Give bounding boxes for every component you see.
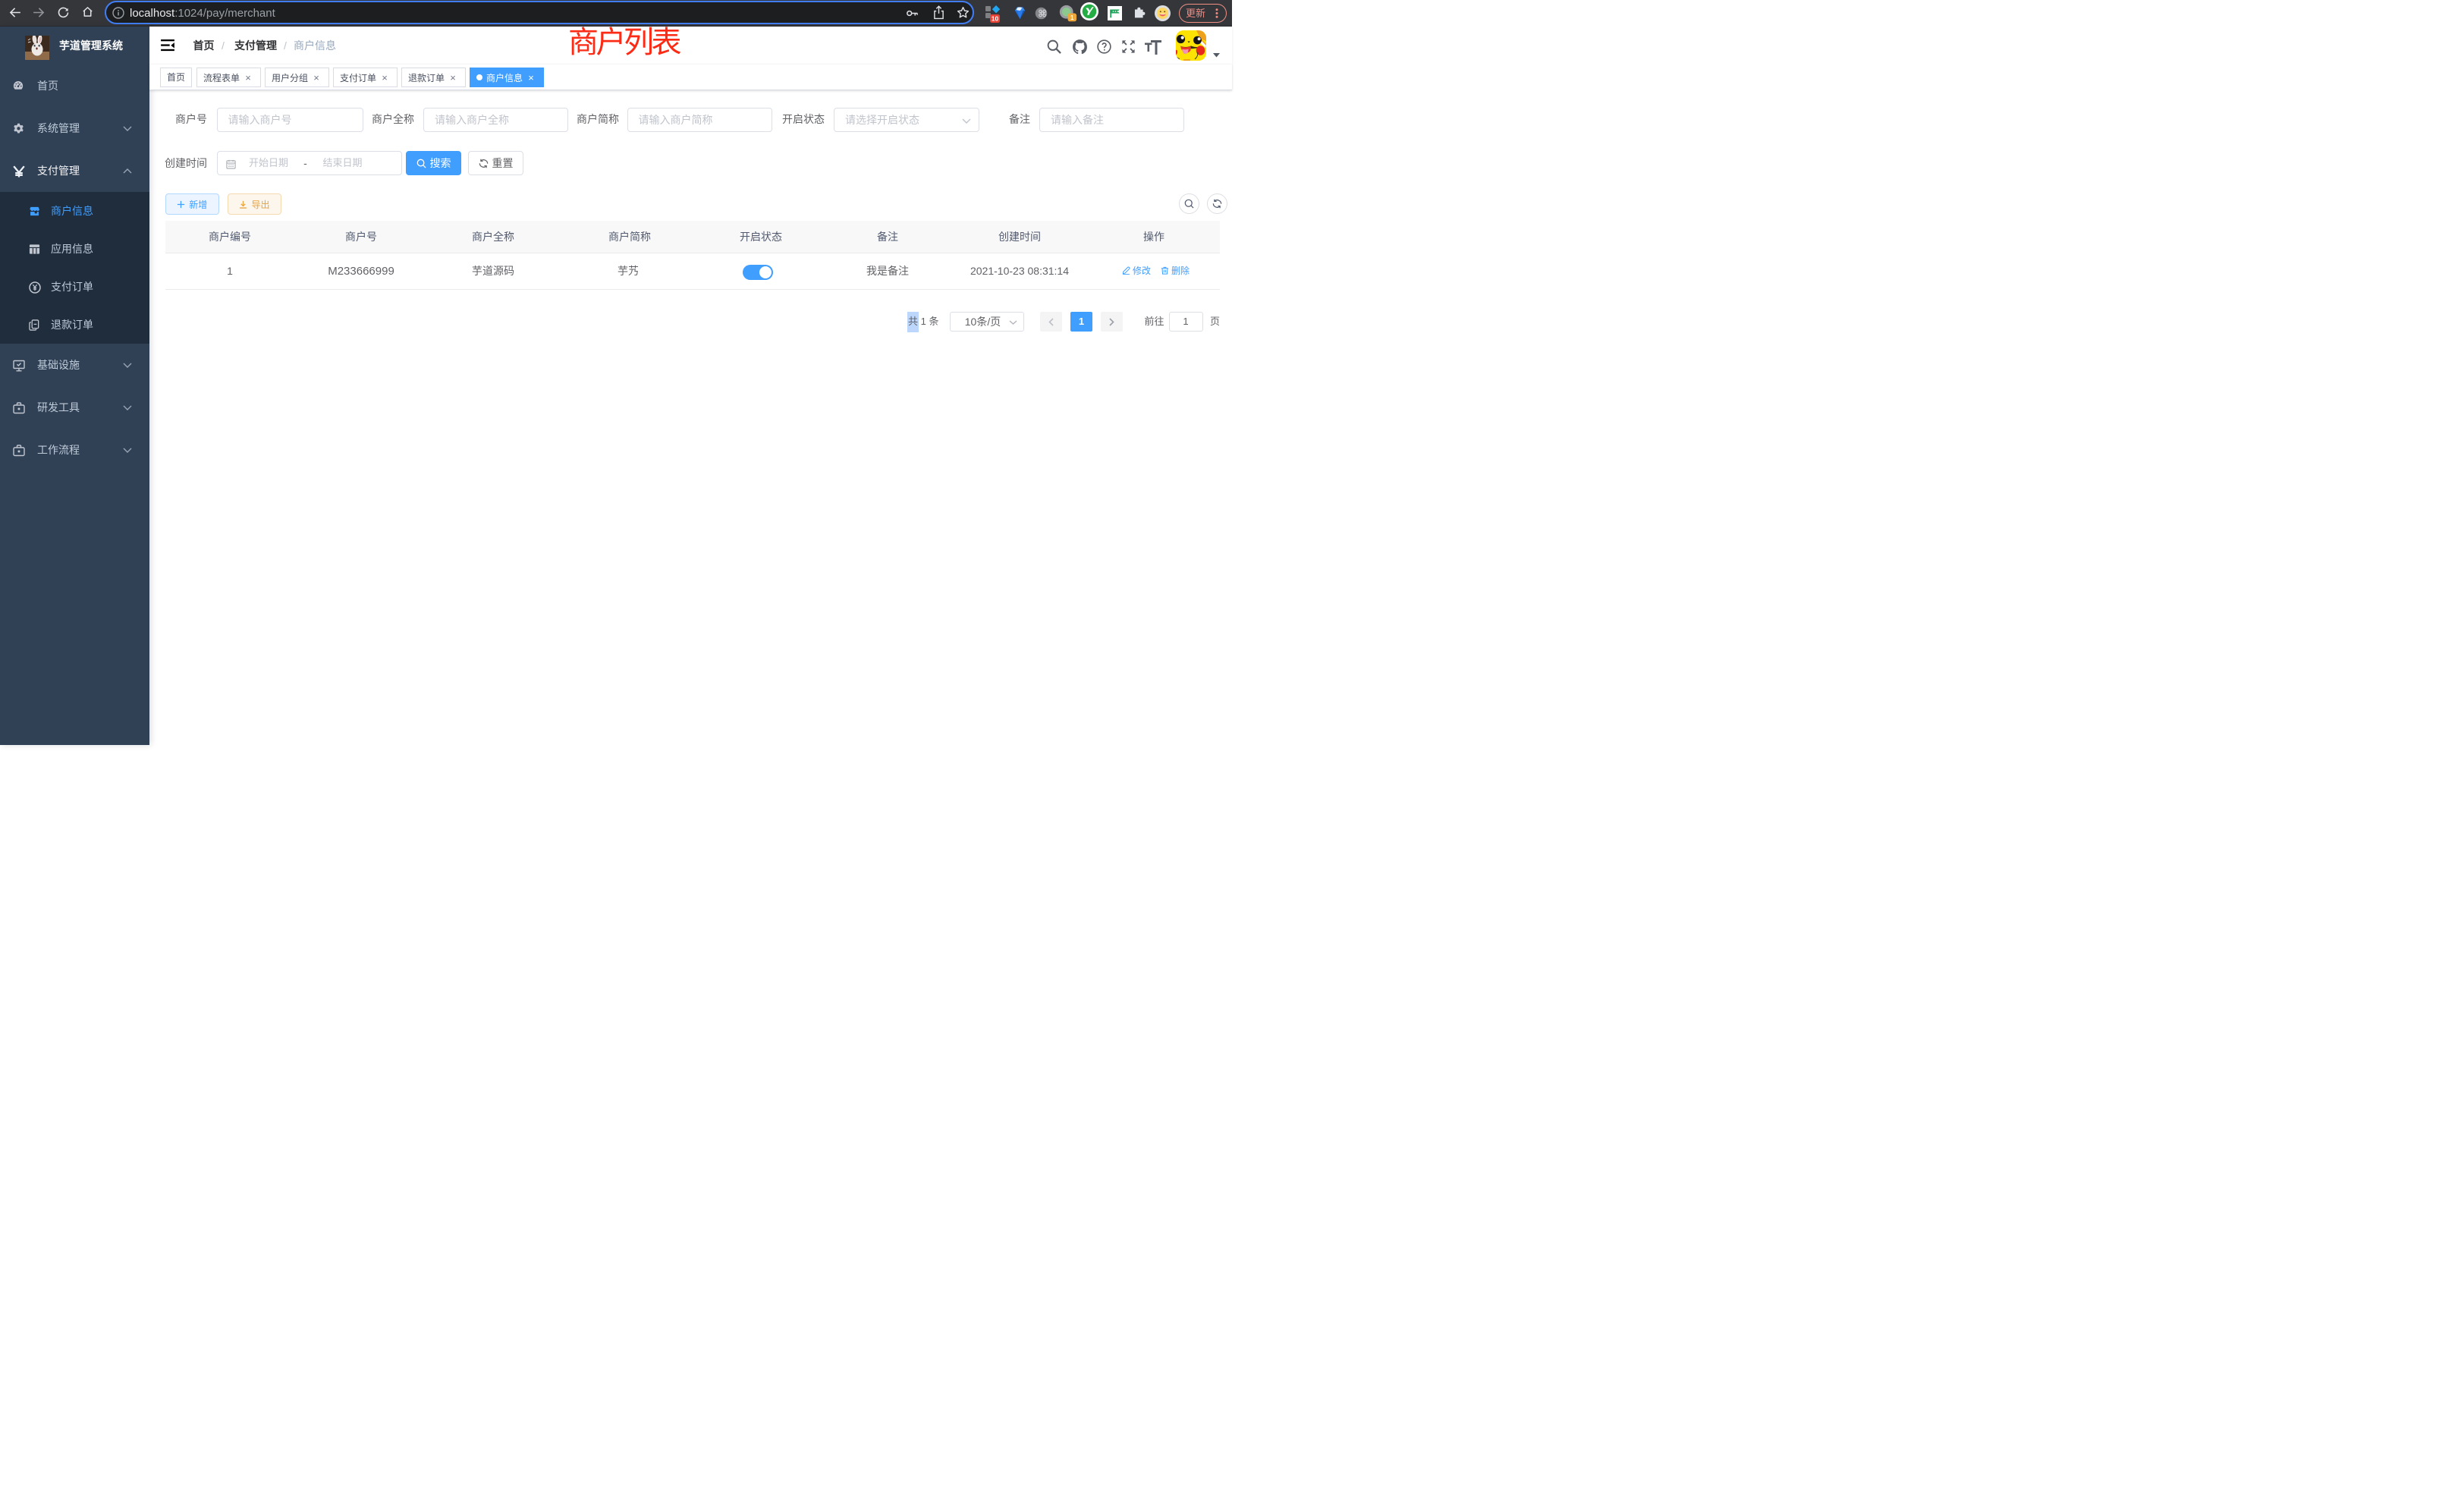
svg-text:1: 1 — [1070, 14, 1074, 21]
svg-text:10: 10 — [992, 15, 999, 23]
